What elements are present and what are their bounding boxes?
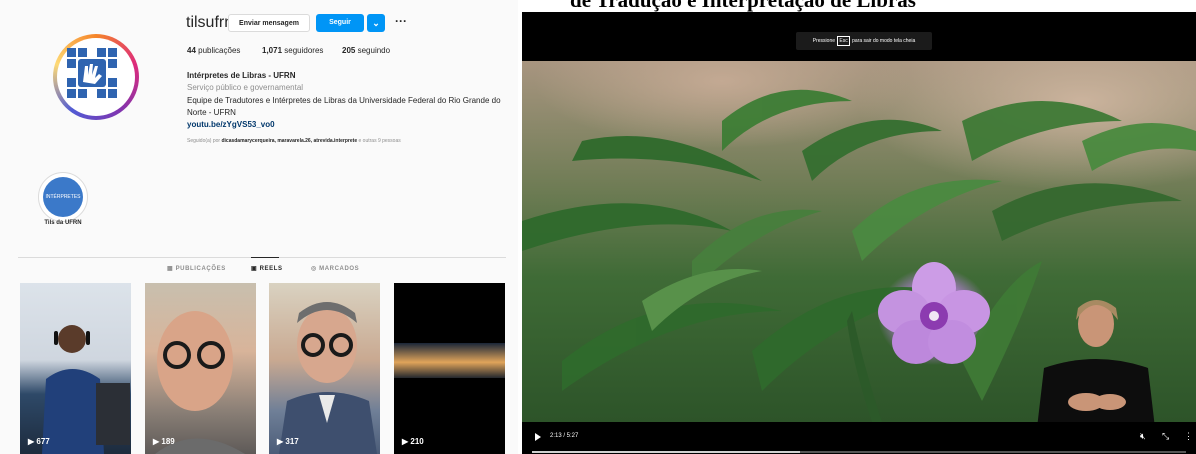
- profile-avatar[interactable]: [53, 34, 139, 120]
- reel-preview-image: [394, 343, 505, 378]
- profile-link[interactable]: youtu.be/zYgVS53_vo0: [187, 120, 275, 129]
- esc-key: Esc: [837, 36, 850, 46]
- active-tab-indicator: [251, 257, 279, 258]
- time-display: 2:13 / 5:27: [550, 433, 579, 439]
- reel-views: ▶ 189: [153, 437, 175, 446]
- exit-fullscreen-icon[interactable]: ⤡: [1162, 431, 1169, 442]
- reel-preview-image: [42, 325, 130, 454]
- reel-views: ▶ 210: [402, 437, 424, 446]
- reel-preview-image: [279, 302, 377, 454]
- followed-by-text[interactable]: Seguido(a) por dicasdamarycerqueira, mar…: [187, 138, 401, 144]
- profile-category: Serviço público e governamental: [187, 83, 304, 92]
- tab-reels[interactable]: ▣ REELS: [251, 265, 283, 272]
- play-icon: ▶: [402, 437, 409, 446]
- profile-bio: Equipe de Tradutores e Intérpretes de Li…: [187, 96, 501, 117]
- video-player[interactable]: Pressione Esc para sair do modo tela che…: [522, 12, 1196, 454]
- reels-icon: ▣: [251, 266, 258, 272]
- send-message-button[interactable]: Enviar mensagem: [228, 14, 310, 32]
- chevron-down-icon: ⌄: [372, 18, 380, 28]
- video-frame: [522, 61, 1196, 454]
- profile-username: tilsufrn: [186, 14, 234, 31]
- mute-icon[interactable]: 🔇︎: [1140, 431, 1146, 442]
- following-stat[interactable]: 205 seguindo: [342, 46, 390, 55]
- tab-publicacoes[interactable]: ▦ PUBLICAÇÕES: [167, 265, 226, 272]
- video-controls: 2:13 / 5:27 🔇︎ ⤡ ⋮: [522, 422, 1196, 454]
- highlight-label: Tils da UFRN: [44, 220, 82, 226]
- more-options-button[interactable]: ···: [392, 14, 410, 32]
- reel-views: ▶ 677: [28, 437, 50, 446]
- reel-views: ▶ 317: [277, 437, 299, 446]
- reel-thumbnail[interactable]: ▶ 189: [145, 283, 256, 454]
- play-icon: ▶: [153, 437, 160, 446]
- instagram-profile-panel: tilsufrn Enviar mensagem Seguir ⌄ ··· 44…: [0, 0, 518, 454]
- progress-fill: [532, 451, 801, 453]
- story-highlight[interactable]: INTÉRPRETES: [38, 172, 88, 222]
- tagged-icon: ◎: [311, 266, 317, 272]
- reel-thumbnail[interactable]: ▶ 677: [20, 283, 131, 454]
- posts-stat: 44 publicações: [187, 46, 241, 55]
- followers-stat[interactable]: 1,071 seguidores: [262, 46, 323, 55]
- reel-thumbnail[interactable]: ▶ 210: [394, 283, 505, 454]
- tab-marcados[interactable]: ◎ MARCADOS: [311, 265, 359, 272]
- play-icon: ▶: [28, 437, 35, 446]
- reel-thumbnail[interactable]: ▶ 317: [269, 283, 380, 454]
- play-icon[interactable]: [535, 433, 541, 441]
- exit-fullscreen-toast: Pressione Esc para sair do modo tela che…: [796, 32, 932, 50]
- profile-display-name: Intérpretes de Libras - UFRN: [187, 71, 296, 80]
- grid-icon: ▦: [167, 266, 174, 272]
- reel-preview-image: [155, 311, 245, 454]
- tils-logo-icon: [67, 48, 117, 98]
- highlight-cover: INTÉRPRETES: [43, 177, 83, 217]
- more-options-icon[interactable]: ⋮: [1184, 431, 1193, 442]
- play-icon: ▶: [277, 437, 284, 446]
- suggestions-dropdown-button[interactable]: ⌄: [367, 14, 385, 32]
- more-dots-icon: ···: [395, 14, 407, 28]
- follow-button[interactable]: Seguir: [316, 14, 364, 32]
